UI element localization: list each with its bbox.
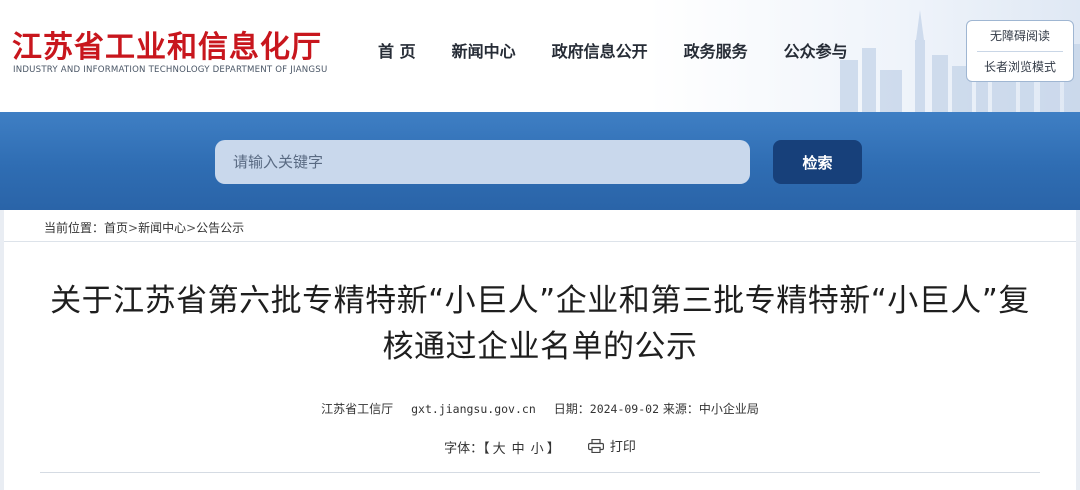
nav-item-services[interactable]: 政务服务 (666, 40, 766, 64)
site-header: 江苏省工业和信息化厅 INDUSTRY AND INFORMATION TECH… (0, 0, 1080, 112)
font-size-small-button[interactable]: 小 (528, 442, 547, 457)
accessibility-panel: 无障碍阅读 长者浏览模式 (966, 20, 1074, 82)
breadcrumb-divider (4, 241, 1076, 242)
article-tools: 字体：【大中小】 打印 (4, 436, 1076, 457)
site-logo-title[interactable]: 江苏省工业和信息化厅 (12, 22, 322, 66)
article-title: 关于江苏省第六批专精特新“小巨人”企业和第三批专精特新“小巨人”复核通过企业名单… (50, 283, 1030, 365)
article-meta: 江苏省工信厅 gxt.jiangsu.gov.cn 日期：2024-09-02 来源… (4, 400, 1076, 417)
site-logo-subtitle: INDUSTRY AND INFORMATION TECHNOLOGY DEPA… (13, 65, 328, 75)
content-panel: 当前位置：首页>新闻中心>公告公示 关于江苏省第六批专精特新“小巨人”企业和第三… (4, 210, 1076, 490)
breadcrumb-prefix: 当前位置： (44, 221, 105, 235)
print-button[interactable]: 打印 (587, 436, 636, 455)
font-size-label: 字体：【 (444, 441, 490, 457)
font-size-medium-button[interactable]: 中 (509, 442, 528, 457)
nav-item-gov-info[interactable]: 政府信息公开 (534, 40, 666, 64)
print-label: 打印 (609, 440, 636, 455)
font-size-close: 】 (546, 441, 560, 457)
date-label: 日期： (553, 402, 590, 416)
barrier-free-button[interactable]: 无障碍阅读 (967, 21, 1073, 51)
article-date: 2024-09-02 (589, 402, 660, 416)
nav-item-news[interactable]: 新闻中心 (434, 40, 534, 64)
breadcrumb-notices[interactable]: 公告公示 (196, 221, 244, 235)
article-source: 中小企业局 (698, 402, 759, 416)
breadcrumb-home[interactable]: 首页 (104, 221, 128, 235)
breadcrumb: 当前位置：首页>新闻中心>公告公示 (44, 219, 244, 236)
elder-mode-button[interactable]: 长者浏览模式 (967, 52, 1073, 82)
main-nav: 首 页 新闻中心 政府信息公开 政务服务 公众参与 (360, 40, 866, 64)
printer-icon (587, 438, 604, 453)
content-divider (40, 472, 1040, 473)
font-size-large-button[interactable]: 大 (490, 442, 509, 457)
breadcrumb-separator: > (128, 221, 139, 235)
search-button[interactable]: 检索 (773, 140, 862, 184)
breadcrumb-separator: > (186, 221, 197, 235)
breadcrumb-news[interactable]: 新闻中心 (138, 221, 186, 235)
search-input[interactable] (215, 140, 750, 184)
nav-item-home[interactable]: 首 页 (360, 40, 434, 64)
article-publisher: 江苏省工信厅 (321, 402, 394, 416)
article-site: gxt.jiangsu.gov.cn (411, 402, 536, 416)
source-label: 来源： (662, 402, 699, 416)
nav-item-participation[interactable]: 公众参与 (766, 40, 866, 64)
